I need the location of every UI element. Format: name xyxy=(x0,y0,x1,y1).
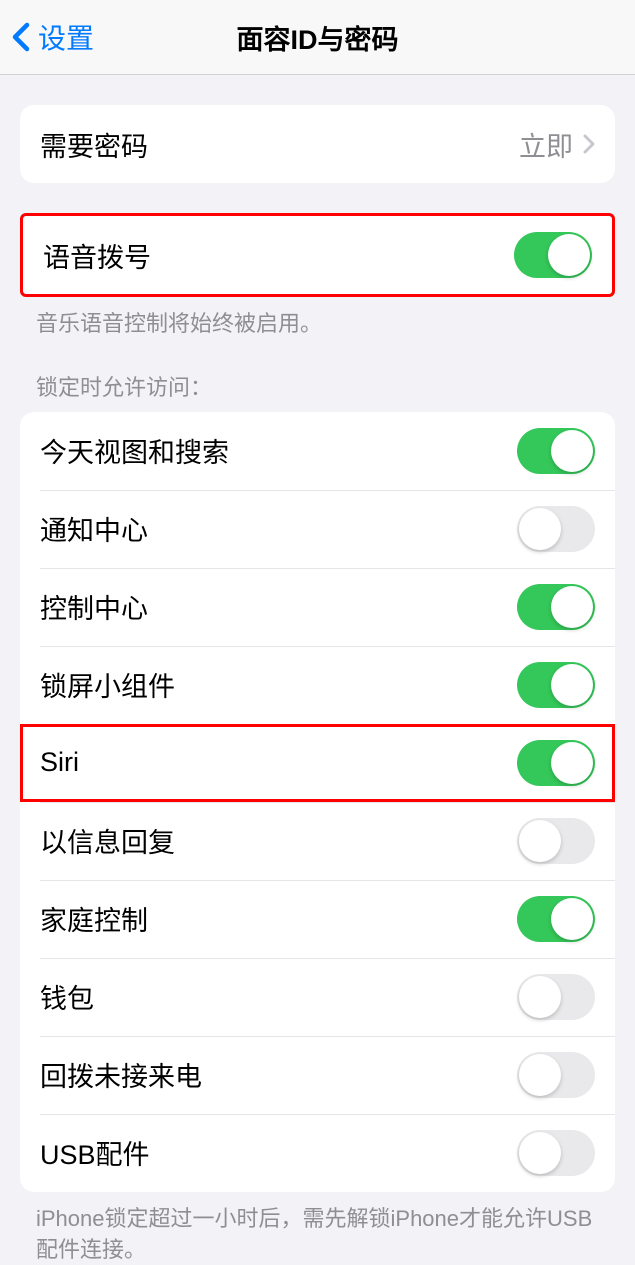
back-label: 设置 xyxy=(38,17,94,57)
lock-access-toggle[interactable] xyxy=(517,740,595,786)
lock-access-item-label: 钱包 xyxy=(40,977,94,1016)
require-passcode-label: 需要密码 xyxy=(40,125,148,164)
lock-access-header: 锁定时允许访问： xyxy=(36,370,599,402)
chevron-left-icon xyxy=(12,22,30,52)
lock-access-toggle[interactable] xyxy=(517,818,595,864)
group-lock-access: 今天视图和搜索通知中心控制中心锁屏小组件 Siri 以信息回复家庭控制钱包回拨未接来… xyxy=(20,412,615,1192)
lock-access-toggle[interactable] xyxy=(517,1130,595,1176)
lock-access-item-label: 通知中心 xyxy=(40,509,148,548)
row-lock-access: Siri xyxy=(20,724,615,802)
group-voice-dial: 语音拨号 xyxy=(20,213,615,297)
lock-access-toggle[interactable] xyxy=(517,896,595,942)
lock-access-footer: iPhone锁定超过一小时后，需先解锁iPhone才能允许USB配件连接。 xyxy=(36,1204,599,1265)
row-lock-access: 钱包 xyxy=(20,958,615,1036)
row-lock-access: 控制中心 xyxy=(20,568,615,646)
lock-access-item-label: 以信息回复 xyxy=(40,821,175,860)
lock-access-item-label: USB配件 xyxy=(40,1133,150,1172)
row-lock-access: 锁屏小组件 xyxy=(20,646,615,724)
require-passcode-value: 立即 xyxy=(519,125,573,164)
row-lock-access: 以信息回复 xyxy=(20,802,615,880)
lock-access-toggle[interactable] xyxy=(517,1052,595,1098)
lock-access-toggle[interactable] xyxy=(517,506,595,552)
group-require-passcode: 需要密码 立即 xyxy=(20,105,615,183)
lock-access-item-label: 今天视图和搜索 xyxy=(40,431,229,470)
page-title: 面容ID与密码 xyxy=(237,18,399,57)
lock-access-item-label: 锁屏小组件 xyxy=(40,665,175,704)
row-require-passcode[interactable]: 需要密码 立即 xyxy=(20,105,615,183)
row-lock-access: 今天视图和搜索 xyxy=(20,412,615,490)
lock-access-item-label: 家庭控制 xyxy=(40,899,148,938)
voice-dial-label: 语音拨号 xyxy=(43,236,151,275)
lock-access-toggle[interactable] xyxy=(517,584,595,630)
lock-access-toggle[interactable] xyxy=(517,428,595,474)
row-lock-access: 通知中心 xyxy=(20,490,615,568)
lock-access-toggle[interactable] xyxy=(517,662,595,708)
voice-dial-footer: 音乐语音控制将始终被启用。 xyxy=(36,309,599,340)
back-button[interactable]: 设置 xyxy=(12,17,94,57)
voice-dial-toggle[interactable] xyxy=(514,232,592,278)
row-voice-dial: 语音拨号 xyxy=(23,216,612,294)
lock-access-item-label: 回拨未接来电 xyxy=(40,1055,202,1094)
lock-access-toggle[interactable] xyxy=(517,974,595,1020)
row-lock-access: 家庭控制 xyxy=(20,880,615,958)
row-lock-access: USB配件 xyxy=(20,1114,615,1192)
row-lock-access: 回拨未接来电 xyxy=(20,1036,615,1114)
lock-access-item-label: 控制中心 xyxy=(40,587,148,626)
nav-header: 设置 面容ID与密码 xyxy=(0,0,635,75)
chevron-right-icon xyxy=(583,134,595,154)
lock-access-item-label: Siri xyxy=(40,747,79,778)
